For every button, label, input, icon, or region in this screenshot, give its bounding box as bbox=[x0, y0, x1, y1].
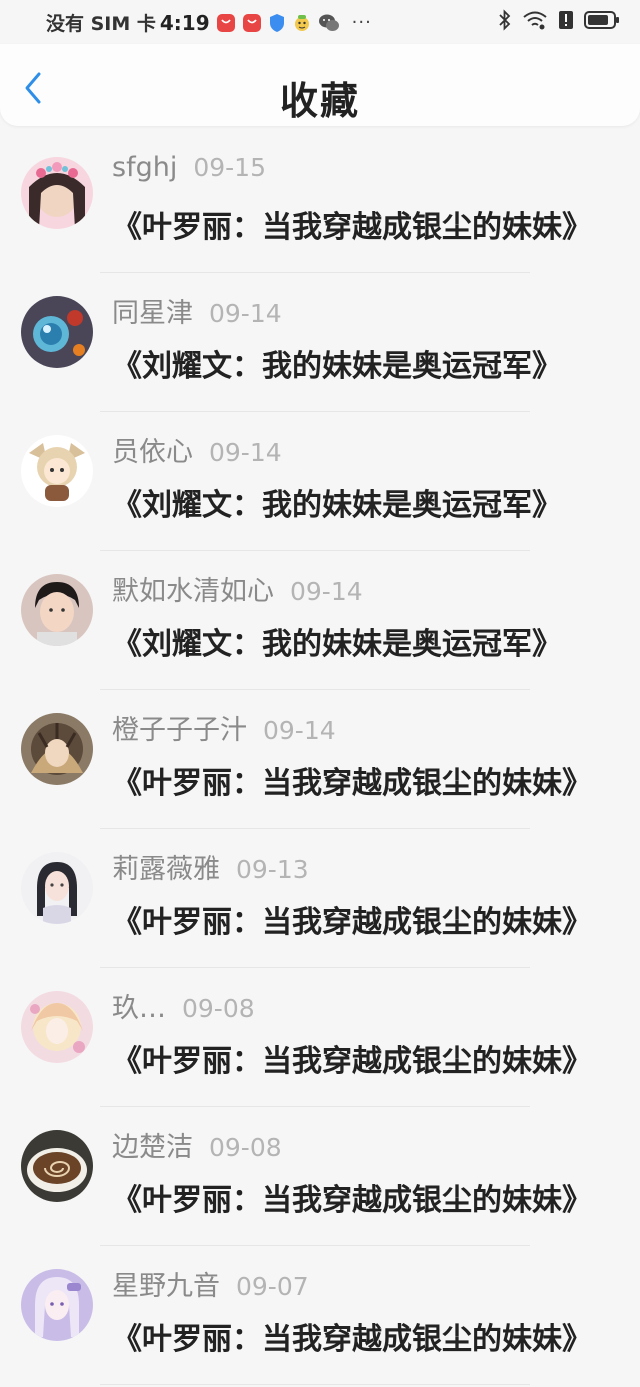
item-meta: 橙子子子汁 09-14 bbox=[112, 708, 336, 747]
item-meta: 同星津 09-14 bbox=[112, 291, 282, 330]
list-item[interactable]: 边楚洁 09-08 《叶罗丽：当我穿越成银尘的妹妹》 bbox=[0, 1107, 640, 1246]
item-meta: 星野九音 09-07 bbox=[112, 1264, 309, 1303]
item-date: 09-14 bbox=[209, 438, 282, 467]
item-meta: 员依心 09-14 bbox=[112, 430, 282, 469]
avatar[interactable] bbox=[21, 296, 93, 368]
item-date: 09-07 bbox=[236, 1272, 309, 1301]
username[interactable]: 默如水清如心 bbox=[112, 569, 274, 608]
list-item[interactable]: sfghj 09-15 《叶罗丽：当我穿越成银尘的妹妹》 bbox=[0, 134, 640, 273]
item-title[interactable]: 《叶罗丽：当我穿越成银尘的妹妹》 bbox=[112, 1314, 602, 1358]
item-title[interactable]: 《叶罗丽：当我穿越成银尘的妹妹》 bbox=[112, 1036, 602, 1080]
item-title[interactable]: 《刘耀文：我的妹妹是奥运冠军》 bbox=[112, 619, 602, 663]
item-date: 09-13 bbox=[236, 855, 309, 884]
shield-icon bbox=[268, 13, 286, 33]
status-left: 没有 SIM 卡 4:19 ··· bbox=[46, 9, 372, 36]
avatar[interactable] bbox=[21, 157, 93, 229]
username[interactable]: 玖… bbox=[112, 986, 166, 1025]
divider bbox=[100, 1384, 530, 1385]
item-date: 09-14 bbox=[290, 577, 363, 606]
username[interactable]: sfghj bbox=[112, 152, 177, 183]
list-item[interactable]: 员依心 09-14 《刘耀文：我的妹妹是奥运冠军》 bbox=[0, 412, 640, 551]
list-item[interactable]: 橙子子子汁 09-14 《叶罗丽：当我穿越成银尘的妹妹》 bbox=[0, 690, 640, 829]
header: 收藏 bbox=[0, 44, 640, 126]
avatar[interactable] bbox=[21, 435, 93, 507]
item-meta: 边楚洁 09-08 bbox=[112, 1125, 282, 1164]
item-title[interactable]: 《叶罗丽：当我穿越成银尘的妹妹》 bbox=[112, 758, 602, 802]
page-title: 收藏 bbox=[279, 79, 360, 123]
huawei-store-icon bbox=[242, 13, 262, 33]
mascot-icon bbox=[292, 13, 312, 33]
username[interactable]: 边楚洁 bbox=[112, 1125, 193, 1164]
item-meta: sfghj 09-15 bbox=[112, 152, 266, 183]
item-date: 09-15 bbox=[193, 153, 266, 182]
item-title[interactable]: 《刘耀文：我的妹妹是奥运冠军》 bbox=[112, 480, 602, 524]
clock: 4:19 bbox=[159, 10, 210, 35]
item-meta: 玖… 09-08 bbox=[112, 986, 255, 1025]
avatar[interactable] bbox=[21, 991, 93, 1063]
username[interactable]: 星野九音 bbox=[112, 1264, 220, 1303]
list-item[interactable]: 玖… 09-08 《叶罗丽：当我穿越成银尘的妹妹》 bbox=[0, 968, 640, 1107]
wechat-icon bbox=[318, 13, 340, 33]
username[interactable]: 员依心 bbox=[112, 430, 193, 469]
bluetooth-icon bbox=[498, 9, 512, 31]
item-date: 09-14 bbox=[263, 716, 336, 745]
avatar[interactable] bbox=[21, 713, 93, 785]
wifi-icon bbox=[522, 10, 548, 30]
item-meta: 默如水清如心 09-14 bbox=[112, 569, 363, 608]
overflow-dots: ··· bbox=[351, 12, 372, 33]
username[interactable]: 莉露薇雅 bbox=[112, 847, 220, 886]
avatar[interactable] bbox=[21, 1269, 93, 1341]
username[interactable]: 橙子子子汁 bbox=[112, 708, 247, 747]
item-date: 09-08 bbox=[209, 1133, 282, 1162]
battery-icon bbox=[584, 10, 620, 30]
alert-icon bbox=[558, 10, 574, 30]
item-meta: 莉露薇雅 09-13 bbox=[112, 847, 309, 886]
item-title[interactable]: 《叶罗丽：当我穿越成银尘的妹妹》 bbox=[112, 897, 602, 941]
item-title[interactable]: 《刘耀文：我的妹妹是奥运冠军》 bbox=[112, 341, 602, 385]
item-date: 09-14 bbox=[209, 299, 282, 328]
list-item[interactable]: 星野九音 09-07 《叶罗丽：当我穿越成银尘的妹妹》 bbox=[0, 1246, 640, 1385]
avatar[interactable] bbox=[21, 1130, 93, 1202]
huawei-store-icon bbox=[216, 13, 236, 33]
item-title[interactable]: 《叶罗丽：当我穿越成银尘的妹妹》 bbox=[112, 202, 602, 246]
list-item[interactable]: 莉露薇雅 09-13 《叶罗丽：当我穿越成银尘的妹妹》 bbox=[0, 829, 640, 968]
list-item[interactable]: 默如水清如心 09-14 《刘耀文：我的妹妹是奥运冠军》 bbox=[0, 551, 640, 690]
avatar[interactable] bbox=[21, 852, 93, 924]
status-bar: 没有 SIM 卡 4:19 ··· bbox=[0, 0, 640, 44]
favorites-list: sfghj 09-15 《叶罗丽：当我穿越成银尘的妹妹》 同星津 09-14 《… bbox=[0, 134, 640, 1385]
list-item[interactable]: 同星津 09-14 《刘耀文：我的妹妹是奥运冠军》 bbox=[0, 273, 640, 412]
status-right bbox=[498, 9, 620, 31]
username[interactable]: 同星津 bbox=[112, 291, 193, 330]
item-title[interactable]: 《叶罗丽：当我穿越成银尘的妹妹》 bbox=[112, 1175, 602, 1219]
carrier-label: 没有 SIM 卡 bbox=[46, 13, 156, 35]
avatar[interactable] bbox=[21, 574, 93, 646]
item-date: 09-08 bbox=[182, 994, 255, 1023]
